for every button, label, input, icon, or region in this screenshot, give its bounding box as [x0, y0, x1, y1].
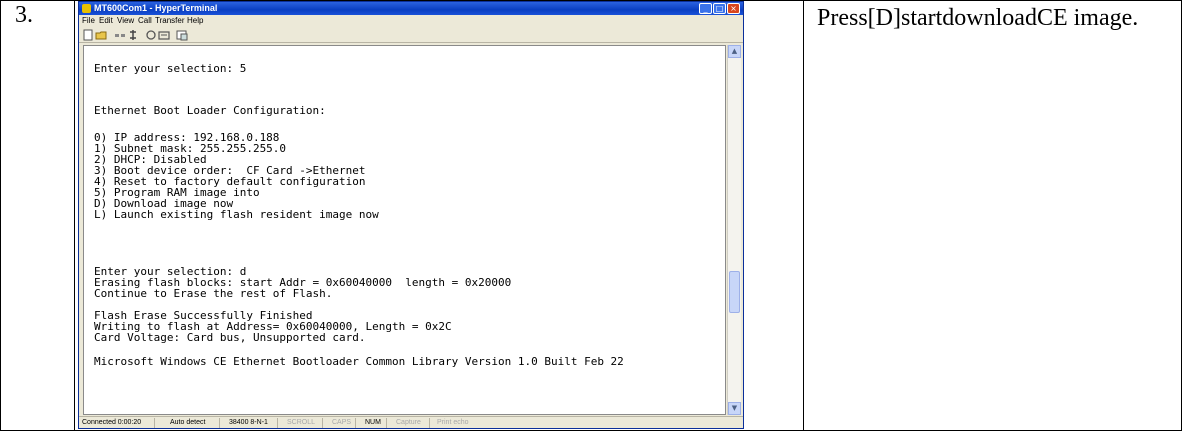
status-print-echo: Print echo — [437, 419, 469, 426]
terminal-line: Enter your selection: 5 — [94, 62, 247, 75]
hangup-icon[interactable] — [158, 29, 170, 41]
scroll-down-button[interactable]: ▼ — [728, 402, 741, 415]
properties-sheet-icon[interactable] — [176, 29, 188, 41]
terminal-output[interactable]: Enter your selection: 5 Ethernet Boot Lo… — [83, 45, 726, 415]
scroll-thumb[interactable] — [729, 271, 740, 313]
status-divider — [386, 418, 387, 428]
menu-bar: File Edit View Call Transfer Help — [79, 15, 743, 27]
open-icon[interactable] — [95, 29, 107, 41]
status-scroll: SCROLL — [287, 419, 316, 426]
minimize-button[interactable]: _ — [699, 3, 712, 14]
menu-help[interactable]: Help — [187, 16, 203, 26]
terminal-line: Card Voltage: Card bus, Unsupported card… — [94, 331, 366, 344]
status-bar: Connected 0:00:20 Auto detect 38400 8-N-… — [79, 416, 743, 428]
title-bar[interactable]: MT600Com1 - HyperTerminal _ □ × — [79, 2, 743, 15]
menu-view[interactable]: View — [117, 16, 134, 26]
status-divider — [355, 418, 356, 428]
terminal-line: Continue to Erase the rest of Flash. — [94, 287, 333, 300]
menu-edit[interactable]: Edit — [99, 16, 113, 26]
status-detect: Auto detect — [170, 419, 206, 426]
terminal-line: Microsoft Windows CE Ethernet Bootloader… — [94, 355, 624, 368]
table-border-left — [0, 0, 1, 431]
step-number: 3. — [15, 2, 33, 28]
table-border-col1 — [74, 0, 75, 431]
status-divider — [429, 418, 430, 428]
hyperterminal-window: MT600Com1 - HyperTerminal _ □ × File Edi… — [78, 1, 744, 429]
close-button[interactable]: × — [727, 3, 740, 14]
status-divider — [154, 418, 155, 428]
status-connected: Connected 0:00:20 — [82, 419, 142, 426]
status-divider — [322, 418, 323, 428]
status-divider — [277, 418, 278, 428]
scroll-up-button[interactable]: ▲ — [728, 45, 741, 58]
status-caps: CAPS — [332, 419, 352, 426]
table-border-col2 — [803, 0, 804, 431]
disconnect-icon[interactable] — [114, 29, 126, 41]
new-icon[interactable] — [82, 29, 94, 41]
menu-call[interactable]: Call — [138, 16, 152, 26]
status-capture: Capture — [396, 419, 421, 426]
terminal-line: L) Launch existing flash resident image … — [94, 208, 379, 221]
status-num: NUM — [365, 419, 381, 426]
app-icon — [82, 4, 91, 13]
toolbar — [79, 27, 743, 43]
maximize-button[interactable]: □ — [713, 3, 726, 14]
call-icon[interactable] — [145, 29, 157, 41]
status-divider — [219, 418, 220, 428]
menu-file[interactable]: File — [82, 16, 95, 26]
vertical-scrollbar[interactable]: ▲ ▼ — [727, 45, 741, 415]
terminal-line: Ethernet Boot Loader Configuration: — [94, 104, 326, 117]
menu-transfer[interactable]: Transfer — [155, 16, 185, 26]
properties-icon[interactable] — [127, 29, 139, 41]
instruction-text: Press[D]startdownloadCE image. — [817, 5, 1139, 31]
status-port-settings: 38400 8-N-1 — [229, 419, 268, 426]
window-title: MT600Com1 - HyperTerminal — [94, 3, 218, 13]
